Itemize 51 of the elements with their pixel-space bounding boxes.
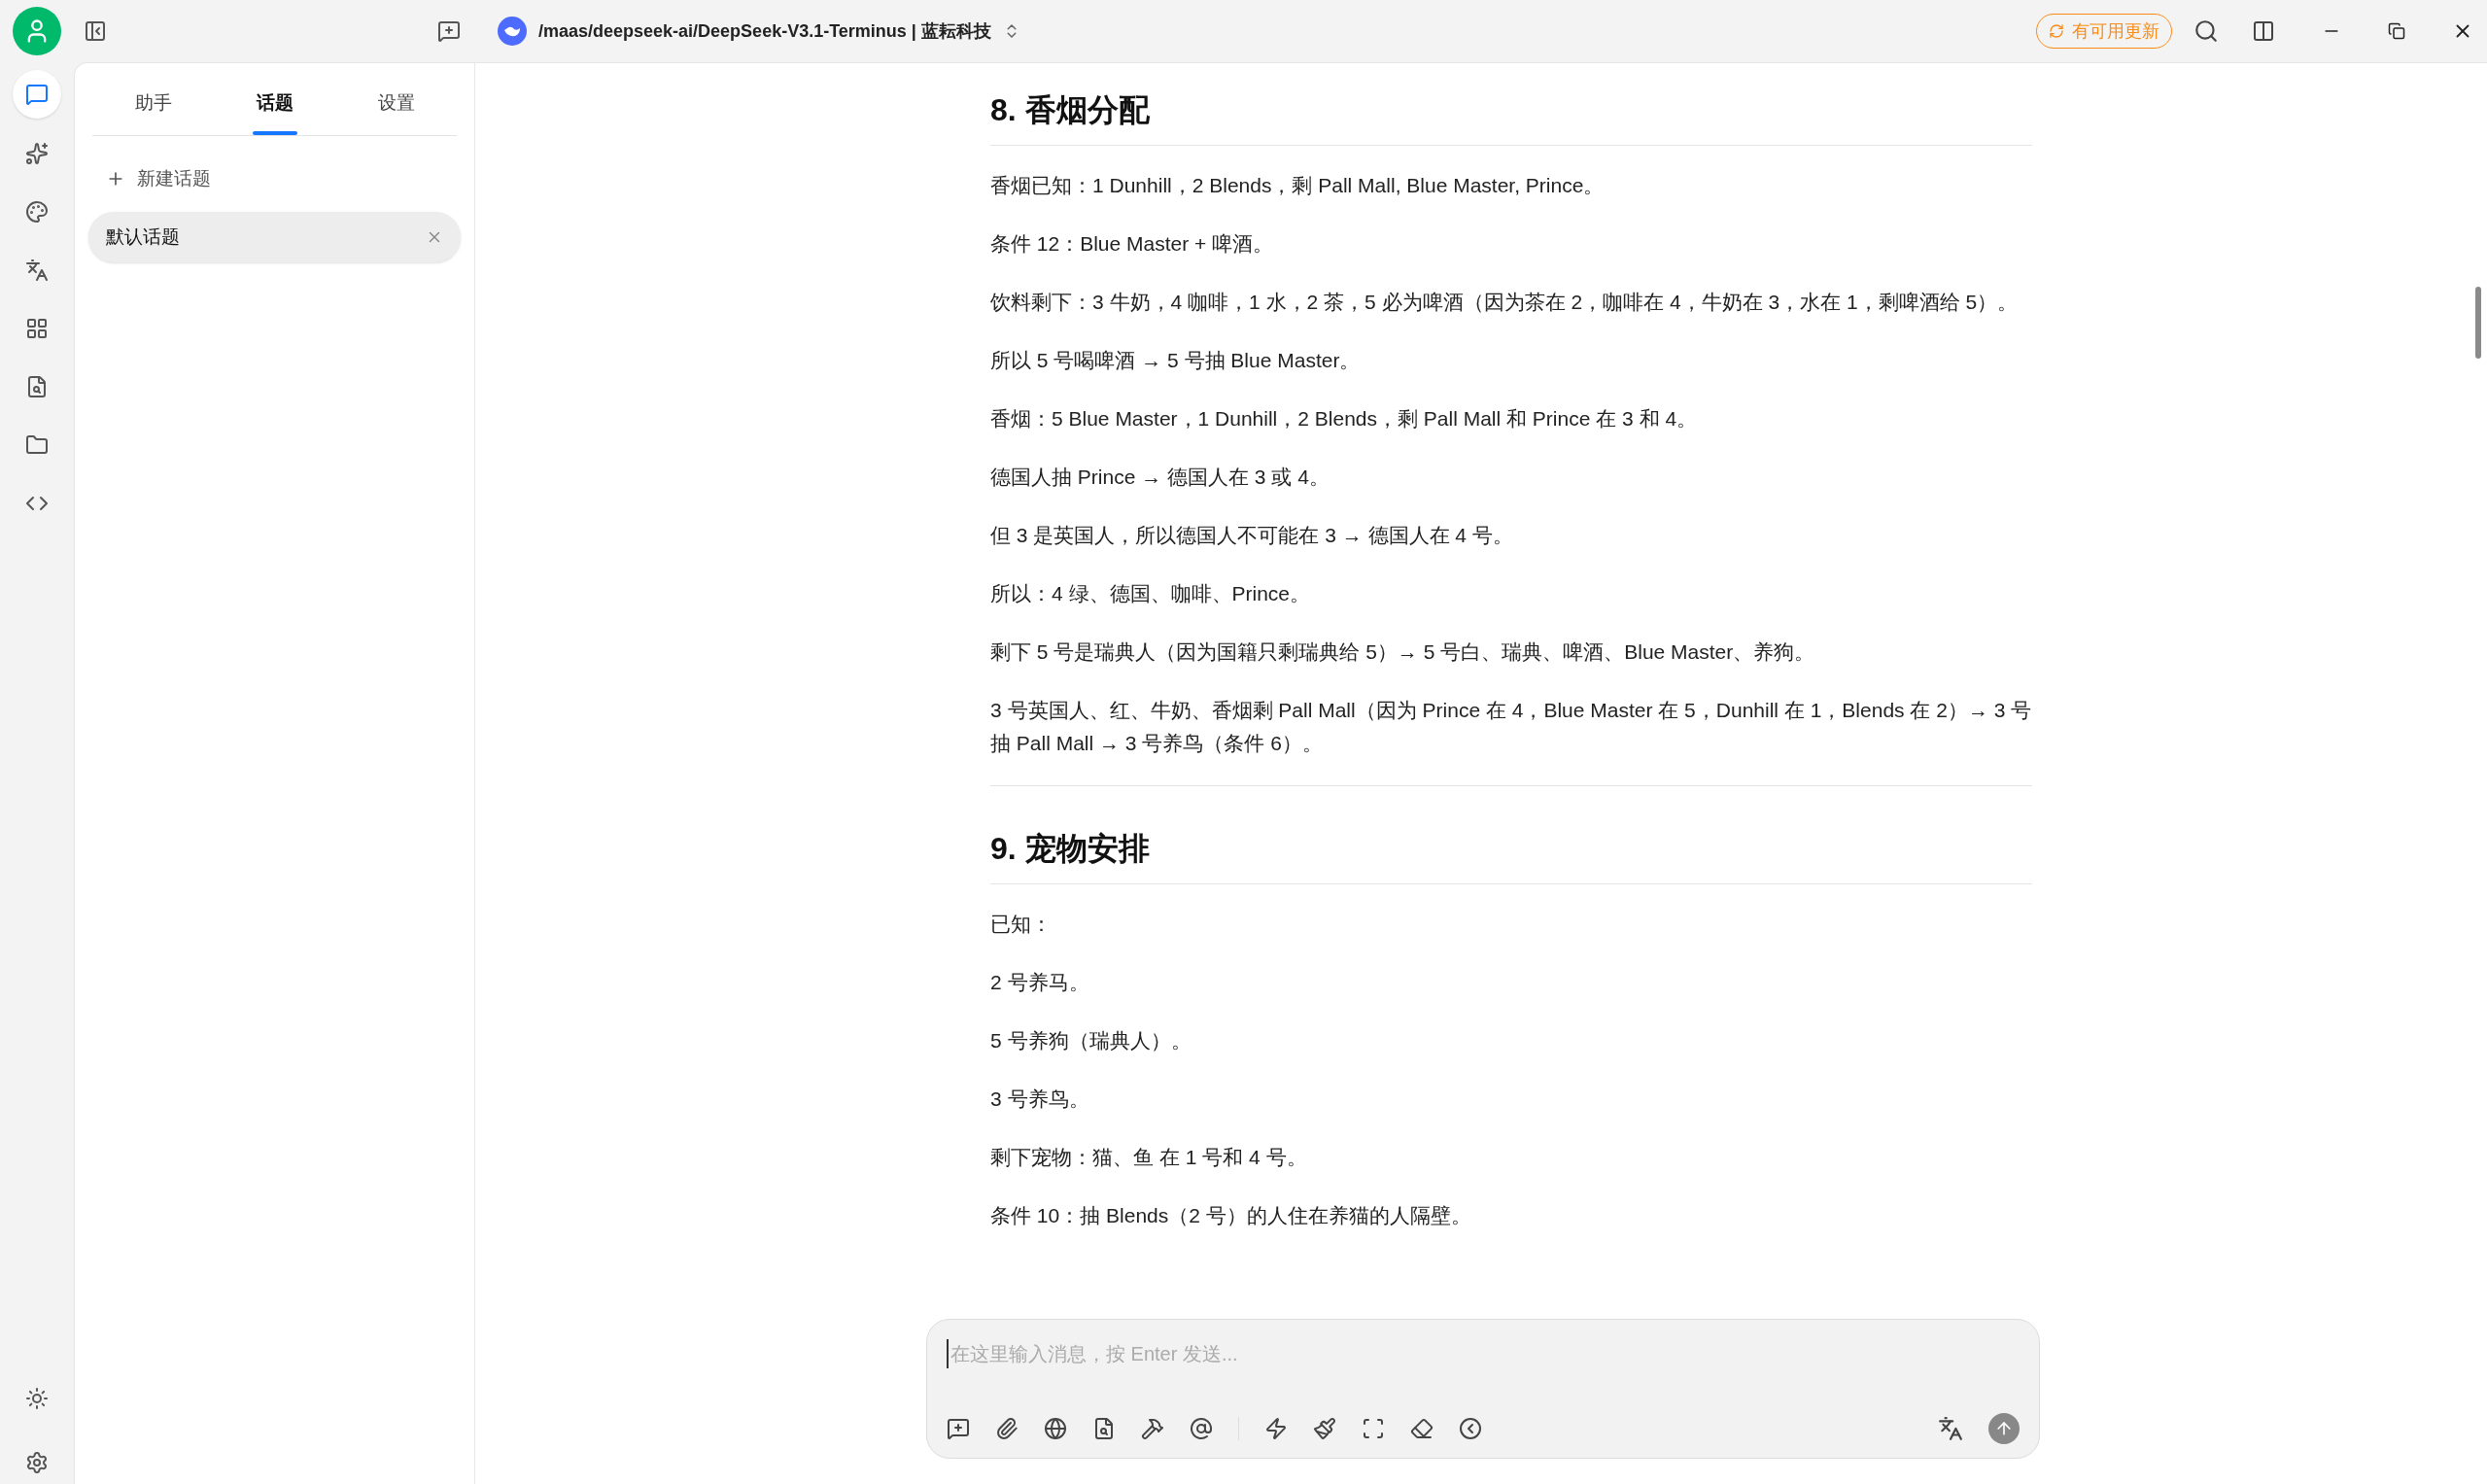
sidebar-tab[interactable]: 助手 (92, 71, 214, 135)
globe-icon[interactable] (1044, 1417, 1067, 1440)
circle-chevron-icon[interactable] (1459, 1417, 1482, 1440)
paragraph: 2 号养马。 (990, 970, 1090, 995)
hammer-icon[interactable] (1141, 1417, 1164, 1440)
chat-icon[interactable] (13, 70, 61, 119)
paragraph: 所以 5 号喝啤酒 → 5 号抽 Blue Master。 (990, 348, 1362, 373)
send-button[interactable] (1988, 1413, 2020, 1444)
refresh-icon (2049, 23, 2064, 39)
paragraph: 条件 12：Blue Master + 啤酒。 (990, 231, 1275, 257)
theme-icon[interactable] (25, 1387, 49, 1410)
section-heading: 9. 宠物安排 (990, 825, 2032, 884)
maximize-icon[interactable] (2388, 22, 2405, 40)
new-chat-icon[interactable] (437, 19, 461, 43)
sidebar-tab[interactable]: 设置 (335, 71, 457, 135)
paragraph: 所以：4 绿、德国、咖啡、Prince。 (990, 581, 1312, 606)
search-icon[interactable] (2193, 18, 2219, 44)
sidebar-toggle-icon[interactable] (84, 19, 107, 43)
new-topic-button[interactable]: 新建话题 (88, 155, 461, 202)
split-view-icon[interactable] (2252, 19, 2275, 43)
paperclip-icon[interactable] (995, 1417, 1019, 1440)
paragraph: 但 3 是英国人，所以德国人不可能在 3 → 德国人在 4 号。 (990, 523, 1514, 548)
topic-item[interactable]: 默认话题 (88, 212, 461, 262)
scrollbar-thumb[interactable] (2475, 287, 2481, 359)
sidebar-tab[interactable]: 话题 (214, 71, 335, 135)
eraser-icon[interactable] (1410, 1417, 1433, 1440)
topic-title: 默认话题 (106, 224, 180, 249)
file-search-icon[interactable] (1092, 1417, 1116, 1440)
brush-icon[interactable] (1313, 1417, 1336, 1440)
paragraph: 德国人抽 Prince → 德国人在 3 或 4。 (990, 465, 1330, 490)
model-path[interactable]: /maas/deepseek-ai/DeepSeek-V3.1-Terminus | 蓝耘科技 (538, 17, 991, 45)
paragraph: 3 号英国人、红、牛奶、香烟剩 Pall Mall（因为 Prince 在 4，Blue Master 在 5，Dunhill 在 1，Blends 在 2）→ 3 号抽 Pall Mall → 3 号养鸟（条件 6）。 (990, 698, 2032, 756)
paragraph: 5 号养狗（瑞典人）。 (990, 1028, 1192, 1053)
lightning-icon[interactable] (1264, 1417, 1288, 1440)
scan-icon[interactable] (1362, 1417, 1385, 1440)
paragraph: 3 号养鸟。 (990, 1087, 1090, 1112)
translate-icon[interactable] (1938, 1416, 1963, 1441)
paragraph: 条件 10：抽 Blends（2 号）的人住在养猫的人隔壁。 (990, 1203, 1472, 1228)
at-icon[interactable] (1190, 1417, 1213, 1440)
paragraph: 香烟：5 Blue Master，1 Dunhill，2 Blends，剩 Pall Mall 和 Prince 在 3 和 4。 (990, 406, 1699, 431)
paragraph: 已知： (990, 912, 1053, 937)
paragraph: 剩下 5 号是瑞典人（因为国籍只剩瑞典给 5）→ 5 号白、瑞典、啤酒、Blue Master、养狗。 (990, 639, 1816, 665)
paragraph: 香烟已知：1 Dunhill，2 Blends，剩 Pall Mall, Blue Master, Prince。 (990, 173, 1606, 198)
new-chat-icon[interactable] (947, 1417, 970, 1440)
settings-icon[interactable] (25, 1451, 49, 1474)
section-heading: 8. 香烟分配 (990, 86, 2032, 146)
model-logo-icon (498, 17, 527, 46)
paragraph: 剩下宠物：猫、鱼 在 1 号和 4 号。 (990, 1145, 1308, 1170)
message-input[interactable]: 在这里输入消息，按 Enter 发送... (947, 1339, 2020, 1368)
avatar-icon[interactable] (13, 7, 61, 55)
paragraph: 饮料剩下：3 牛奶，4 咖啡，1 水，2 茶，5 必为啤酒（因为茶在 2，咖啡在 4，牛奶在 3，水在 1，剩啤酒给 5）。 (990, 290, 2020, 315)
